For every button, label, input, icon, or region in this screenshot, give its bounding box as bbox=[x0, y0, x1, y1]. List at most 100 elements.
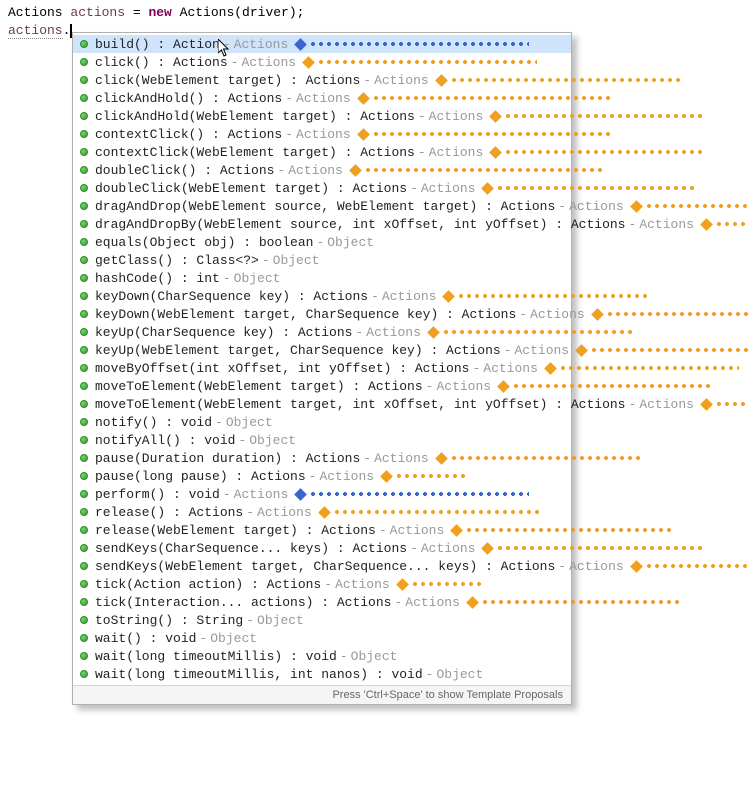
relevance-indicator bbox=[468, 598, 681, 607]
proposal-item[interactable]: wait(long timeoutMillis) : void-Object bbox=[73, 647, 571, 665]
proposal-item[interactable]: wait() : void-Object bbox=[73, 629, 571, 647]
declaring-class: Object bbox=[351, 649, 398, 664]
proposal-item[interactable]: contextClick() : Actions-Actions bbox=[73, 125, 571, 143]
proposal-item[interactable]: click() : Actions-Actions bbox=[73, 53, 571, 71]
proposal-item[interactable]: sendKeys(CharSequence... keys) : Actions… bbox=[73, 539, 571, 557]
proposal-item[interactable]: release() : Actions-Actions bbox=[73, 503, 571, 521]
public-method-icon bbox=[77, 199, 91, 213]
relevance-indicator bbox=[304, 58, 537, 67]
relevance-indicator bbox=[491, 112, 704, 121]
public-method-icon bbox=[77, 541, 91, 555]
relevance-indicator bbox=[483, 184, 696, 193]
relevance-indicator bbox=[593, 310, 748, 319]
method-signature: release() : Actions bbox=[95, 505, 243, 520]
proposal-item[interactable]: build() : Action-Actions bbox=[73, 35, 571, 53]
hint-label: Press 'Ctrl+Space' to show Template Prop… bbox=[332, 689, 563, 701]
proposal-item[interactable]: tick(Interaction... actions) : Actions-A… bbox=[73, 593, 571, 611]
relevance-indicator bbox=[320, 508, 543, 517]
relevance-indicator bbox=[382, 472, 465, 481]
method-signature: release(WebElement target) : Actions bbox=[95, 523, 376, 538]
proposal-item[interactable]: release(WebElement target) : Actions-Act… bbox=[73, 521, 571, 539]
relevance-indicator bbox=[437, 76, 680, 85]
declaring-class: Actions bbox=[483, 361, 538, 376]
declaring-class: Actions bbox=[436, 379, 491, 394]
popup-hint-footer: Press 'Ctrl+Space' to show Template Prop… bbox=[73, 685, 571, 704]
proposal-list[interactable]: build() : Action-Actionsclick() : Action… bbox=[73, 33, 571, 685]
proposal-item[interactable]: clickAndHold(WebElement target) : Action… bbox=[73, 107, 571, 125]
public-method-icon bbox=[77, 595, 91, 609]
method-signature: dragAndDropBy(WebElement source, int xOf… bbox=[95, 217, 626, 232]
content-assist-popup[interactable]: build() : Action-Actionsclick() : Action… bbox=[72, 32, 572, 705]
method-signature: wait(long timeoutMillis, int nanos) : vo… bbox=[95, 667, 423, 682]
public-method-icon bbox=[77, 559, 91, 573]
proposal-item[interactable]: doubleClick(WebElement target) : Actions… bbox=[73, 179, 571, 197]
proposal-item[interactable]: keyDown(CharSequence key) : Actions-Acti… bbox=[73, 287, 571, 305]
method-signature: pause(long pause) : Actions bbox=[95, 469, 306, 484]
method-signature: wait() : void bbox=[95, 631, 196, 646]
proposal-item[interactable]: moveByOffset(int xOffset, int yOffset) :… bbox=[73, 359, 571, 377]
relevance-indicator bbox=[483, 544, 706, 553]
declaring-class: Actions bbox=[569, 559, 624, 574]
method-signature: doubleClick(WebElement target) : Actions bbox=[95, 181, 407, 196]
method-signature: equals(Object obj) : boolean bbox=[95, 235, 313, 250]
proposal-item[interactable]: keyDown(WebElement target, CharSequence … bbox=[73, 305, 571, 323]
declaring-class: Actions bbox=[639, 217, 694, 232]
public-method-icon bbox=[77, 361, 91, 375]
method-signature: notify() : void bbox=[95, 415, 212, 430]
relevance-indicator bbox=[702, 220, 748, 229]
proposal-item[interactable]: moveToElement(WebElement target) : Actio… bbox=[73, 377, 571, 395]
declaring-class: Actions bbox=[319, 469, 374, 484]
public-method-icon bbox=[77, 109, 91, 123]
proposal-item[interactable]: getClass() : Class<?>-Object bbox=[73, 251, 571, 269]
method-signature: sendKeys(CharSequence... keys) : Actions bbox=[95, 541, 407, 556]
declaring-class: Actions bbox=[288, 163, 343, 178]
declaring-class: Actions bbox=[257, 505, 312, 520]
proposal-item[interactable]: tick(Action action) : Actions-Actions bbox=[73, 575, 571, 593]
public-method-icon bbox=[77, 415, 91, 429]
proposal-item[interactable]: moveToElement(WebElement target, int xOf… bbox=[73, 395, 571, 413]
proposal-item[interactable]: equals(Object obj) : boolean-Object bbox=[73, 233, 571, 251]
public-method-icon bbox=[77, 163, 91, 177]
proposal-item[interactable]: dragAndDropBy(WebElement source, int xOf… bbox=[73, 215, 571, 233]
proposal-item[interactable]: perform() : void-Actions bbox=[73, 485, 571, 503]
declaring-class: Object bbox=[210, 631, 257, 646]
proposal-item[interactable]: hashCode() : int-Object bbox=[73, 269, 571, 287]
relevance-indicator bbox=[296, 40, 529, 49]
declaring-class: Actions bbox=[514, 343, 569, 358]
relevance-indicator bbox=[398, 580, 481, 589]
proposal-item[interactable]: doubleClick() : Actions-Actions bbox=[73, 161, 571, 179]
declaring-class: Object bbox=[234, 271, 281, 286]
public-method-icon bbox=[77, 469, 91, 483]
proposal-item[interactable]: notify() : void-Object bbox=[73, 413, 571, 431]
public-method-icon bbox=[77, 235, 91, 249]
method-signature: contextClick() : Actions bbox=[95, 127, 282, 142]
proposal-item[interactable]: dragAndDrop(WebElement source, WebElemen… bbox=[73, 197, 571, 215]
public-method-icon bbox=[77, 181, 91, 195]
method-signature: dragAndDrop(WebElement source, WebElemen… bbox=[95, 199, 555, 214]
proposal-item[interactable]: wait(long timeoutMillis, int nanos) : vo… bbox=[73, 665, 571, 683]
proposal-item[interactable]: toString() : String-Object bbox=[73, 611, 571, 629]
method-signature: notifyAll() : void bbox=[95, 433, 235, 448]
public-method-icon bbox=[77, 433, 91, 447]
method-signature: hashCode() : int bbox=[95, 271, 220, 286]
proposal-item[interactable]: pause(long pause) : Actions-Actions bbox=[73, 467, 571, 485]
relevance-indicator bbox=[437, 454, 640, 463]
proposal-item[interactable]: click(WebElement target) : Actions-Actio… bbox=[73, 71, 571, 89]
method-signature: keyDown(WebElement target, CharSequence … bbox=[95, 307, 516, 322]
relevance-indicator bbox=[632, 562, 748, 571]
proposal-item[interactable]: sendKeys(WebElement target, CharSequence… bbox=[73, 557, 571, 575]
declaring-class: Actions bbox=[374, 451, 429, 466]
proposal-item[interactable]: pause(Duration duration) : Actions-Actio… bbox=[73, 449, 571, 467]
proposal-item[interactable]: contextClick(WebElement target) : Action… bbox=[73, 143, 571, 161]
public-method-icon bbox=[77, 307, 91, 321]
declaring-class: Actions bbox=[569, 199, 624, 214]
proposal-item[interactable]: keyUp(CharSequence key) : Actions-Action… bbox=[73, 323, 571, 341]
proposal-item[interactable]: notifyAll() : void-Object bbox=[73, 431, 571, 449]
proposal-item[interactable]: keyUp(WebElement target, CharSequence ke… bbox=[73, 341, 571, 359]
declaring-class: Actions bbox=[405, 595, 460, 610]
proposal-item[interactable]: clickAndHold() : Actions-Actions bbox=[73, 89, 571, 107]
public-method-icon bbox=[77, 217, 91, 231]
method-signature: build() : Action bbox=[95, 37, 220, 52]
public-method-icon bbox=[77, 505, 91, 519]
relevance-indicator bbox=[452, 526, 675, 535]
